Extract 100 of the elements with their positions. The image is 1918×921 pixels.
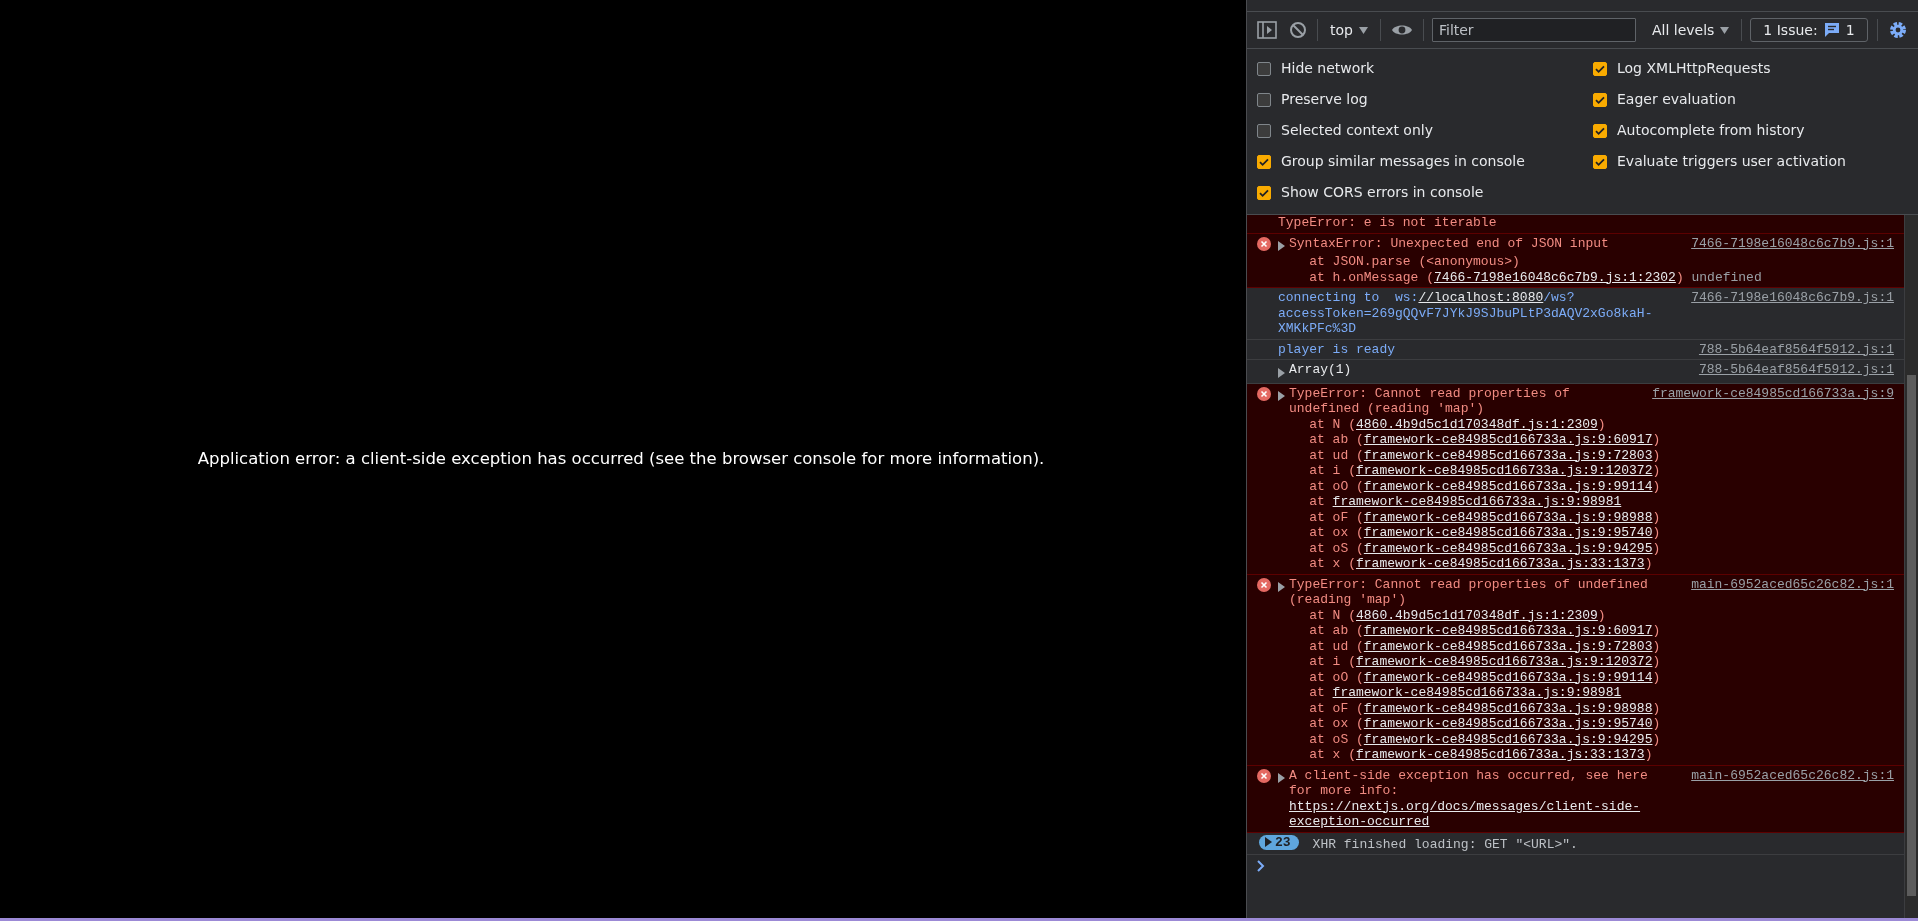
stack-trace-line: at ab (framework-ce84985cd166733a.js:9:60917)	[1308, 623, 1662, 639]
error-message: Application error: a client-side exception has occurred (see the browser console for more information).	[197, 447, 1045, 470]
scrollbar[interactable]	[1904, 215, 1918, 918]
source-link[interactable]: framework-ce84985cd166733a.js:9	[1652, 385, 1894, 401]
stack-trace-line: at ab (framework-ce84985cd166733a.js:9:60917)	[1308, 432, 1662, 448]
link[interactable]: 4860.4b9d5c1d170348df.js:1:2309	[1356, 416, 1598, 432]
message-text: TypeError: e is not iterable	[1278, 215, 1498, 231]
stack-trace-line: at ox (framework-ce84985cd166733a.js:9:95740)	[1308, 525, 1662, 541]
expand-triangle-icon[interactable]	[1278, 241, 1285, 252]
link[interactable]: framework-ce84985cd166733a.js:9:94295	[1363, 540, 1653, 556]
source-link[interactable]: 7466-7198e16048c6c7b9.js:1	[1691, 290, 1894, 306]
context-dropdown[interactable]: top	[1326, 17, 1372, 43]
link[interactable]: framework-ce84985cd166733a.js:9:98988	[1363, 700, 1653, 716]
checkbox[interactable]	[1257, 61, 1271, 76]
stack-trace-line: at framework-ce84985cd166733a.js:9:98981	[1308, 494, 1623, 510]
message-text: player is ready	[1278, 341, 1397, 357]
link[interactable]: //localhost:8080	[1418, 290, 1544, 306]
link[interactable]: framework-ce84985cd166733a.js:33:1373	[1356, 747, 1645, 762]
block-icon	[1289, 21, 1307, 39]
link[interactable]: https://nextjs.org/docs/messages/client-side-exception-occurred	[1289, 798, 1678, 830]
checkbox-label: Eager evaluation	[1617, 90, 1736, 109]
link[interactable]: framework-ce84985cd166733a.js:9:94295	[1363, 731, 1653, 747]
clear-console-button[interactable]	[1287, 19, 1309, 41]
stack-trace-line: at ud (framework-ce84985cd166733a.js:9:72803)	[1308, 447, 1662, 463]
caret-icon	[1358, 26, 1368, 34]
settings-icon	[1888, 20, 1908, 40]
checkbox[interactable]	[1593, 61, 1607, 76]
checkbox[interactable]	[1257, 92, 1271, 107]
checkbox[interactable]	[1257, 185, 1271, 200]
checkbox-label: Selected context only	[1281, 121, 1433, 140]
message-text: connecting to ws://localhost:8080/ws?accessToken=269gQQvF7JYkJ9SJbuPLtP3dAQV2xGo8kaH-XMKkPFc%3D	[1278, 290, 1654, 337]
link[interactable]: framework-ce84985cd166733a.js:9:98981	[1332, 685, 1622, 700]
checkbox[interactable]	[1257, 154, 1271, 169]
source-link[interactable]: main-6952aced65c26c82.js:1	[1691, 767, 1894, 783]
expand-triangle-icon[interactable]	[1278, 367, 1285, 378]
error-icon	[1257, 769, 1271, 784]
stack-trace-line: at oO (framework-ce84985cd166733a.js:9:99114)	[1308, 478, 1662, 494]
stack-trace-line: at i (framework-ce84985cd166733a.js:9:120372)	[1308, 654, 1662, 670]
caret-icon	[1720, 26, 1730, 34]
link[interactable]: framework-ce84985cd166733a.js:9:98981	[1332, 494, 1622, 509]
checkbox[interactable]	[1593, 154, 1607, 169]
source-link[interactable]: 788-5b64eaf8564f5912.js:1	[1698, 362, 1894, 378]
link[interactable]: framework-ce84985cd166733a.js:9:98988	[1363, 509, 1653, 525]
source-link[interactable]: 7466-7198e16048c6c7b9.js:1	[1691, 235, 1894, 251]
source-link[interactable]: main-6952aced65c26c82.js:1	[1691, 576, 1894, 592]
checkbox[interactable]	[1593, 123, 1607, 138]
scrollbar-thumb[interactable]	[1907, 375, 1916, 896]
link[interactable]: framework-ce84985cd166733a.js:9:60917	[1363, 432, 1653, 447]
message-text: XHR finished loading: GET "<URL>".	[1312, 836, 1578, 852]
stack-trace-line: at ox (framework-ce84985cd166733a.js:9:95740)	[1308, 716, 1662, 732]
link[interactable]: framework-ce84985cd166733a.js:9:120372	[1356, 654, 1653, 669]
checkbox-label: Show CORS errors in console	[1281, 183, 1484, 202]
sidebar-icon	[1257, 20, 1277, 40]
checkbox-label: Group similar messages in console	[1281, 152, 1525, 171]
link[interactable]: framework-ce84985cd166733a.js:9:99114	[1363, 669, 1653, 685]
link[interactable]: framework-ce84985cd166733a.js:33:1373	[1356, 556, 1645, 571]
issues-button[interactable]: 1 Issue: 1	[1750, 18, 1868, 42]
link[interactable]: 4860.4b9d5c1d170348df.js:1:2309	[1356, 607, 1598, 623]
checkbox-label: Autocomplete from history	[1617, 121, 1805, 140]
checkbox-label: Hide network	[1281, 59, 1375, 78]
message-text: A client-side exception has occurred, see here for more info: https://nextjs.org/docs/messages/client-side-exception-occurred	[1289, 767, 1678, 830]
checkbox-label: Preserve log	[1281, 90, 1368, 109]
stack-trace-line: at i (framework-ce84985cd166733a.js:9:120372)	[1308, 463, 1662, 479]
stack-trace-line: at oO (framework-ce84985cd166733a.js:9:99114)	[1308, 669, 1662, 685]
stack-trace-line: at oS (framework-ce84985cd166733a.js:9:94295)	[1308, 731, 1662, 747]
expand-triangle-icon	[1265, 837, 1272, 848]
stack-trace-line: at N (4860.4b9d5c1d170348df.js:1:2309)	[1308, 416, 1607, 432]
levels-dropdown[interactable]: All levels	[1647, 17, 1734, 43]
message-text: SyntaxError: Unexpected end of JSON input	[1289, 235, 1610, 251]
checkbox-label: Evaluate triggers user activation	[1617, 152, 1846, 171]
error-icon	[1257, 578, 1271, 593]
link[interactable]: framework-ce84985cd166733a.js:9:95740	[1363, 525, 1653, 540]
message-text: TypeError: Cannot read properties of undefined (reading 'map')	[1289, 385, 1571, 417]
stack-trace-line: at x (framework-ce84985cd166733a.js:33:1373)	[1308, 747, 1654, 763]
stack-trace-line: at N (4860.4b9d5c1d170348df.js:1:2309)	[1308, 607, 1607, 623]
stack-trace-line: at framework-ce84985cd166733a.js:9:98981	[1308, 685, 1623, 701]
expand-triangle-icon[interactable]	[1278, 582, 1285, 593]
repeat-count-badge[interactable]: 23	[1259, 834, 1299, 850]
expand-triangle-icon[interactable]	[1278, 391, 1285, 402]
stack-trace-line: at oS (framework-ce84985cd166733a.js:9:94295)	[1308, 540, 1662, 556]
link[interactable]: framework-ce84985cd166733a.js:9:72803	[1363, 638, 1653, 654]
prompt-chevron-icon	[1257, 860, 1265, 873]
stack-trace-line: at h.onMessage (7466-7198e16048c6c7b9.js:1:2302) undefined	[1308, 269, 1763, 285]
stack-trace-line: at ud (framework-ce84985cd166733a.js:9:72803)	[1308, 638, 1662, 654]
sidebar-toggle-button[interactable]	[1255, 18, 1279, 42]
source-link[interactable]: 788-5b64eaf8564f5912.js:1	[1698, 341, 1894, 357]
expand-triangle-icon[interactable]	[1278, 773, 1285, 784]
link[interactable]: 7466-7198e16048c6c7b9.js:1:2302	[1434, 269, 1676, 285]
link[interactable]: framework-ce84985cd166733a.js:9:95740	[1363, 716, 1653, 731]
link[interactable]: framework-ce84985cd166733a.js:9:72803	[1363, 447, 1653, 463]
link[interactable]: framework-ce84985cd166733a.js:9:60917	[1363, 623, 1653, 638]
link[interactable]: framework-ce84985cd166733a.js:9:99114	[1363, 478, 1653, 494]
stack-trace-line: at oF (framework-ce84985cd166733a.js:9:98988)	[1308, 700, 1662, 716]
error-icon	[1257, 237, 1271, 252]
message-icon	[1823, 22, 1840, 38]
link[interactable]: framework-ce84985cd166733a.js:9:120372	[1356, 463, 1653, 478]
message-text: TypeError: Cannot read properties of undefined (reading 'map')	[1289, 576, 1649, 608]
checkbox[interactable]	[1593, 92, 1607, 107]
checkbox[interactable]	[1257, 123, 1271, 138]
filter-field[interactable]: Filter	[1431, 18, 1636, 42]
